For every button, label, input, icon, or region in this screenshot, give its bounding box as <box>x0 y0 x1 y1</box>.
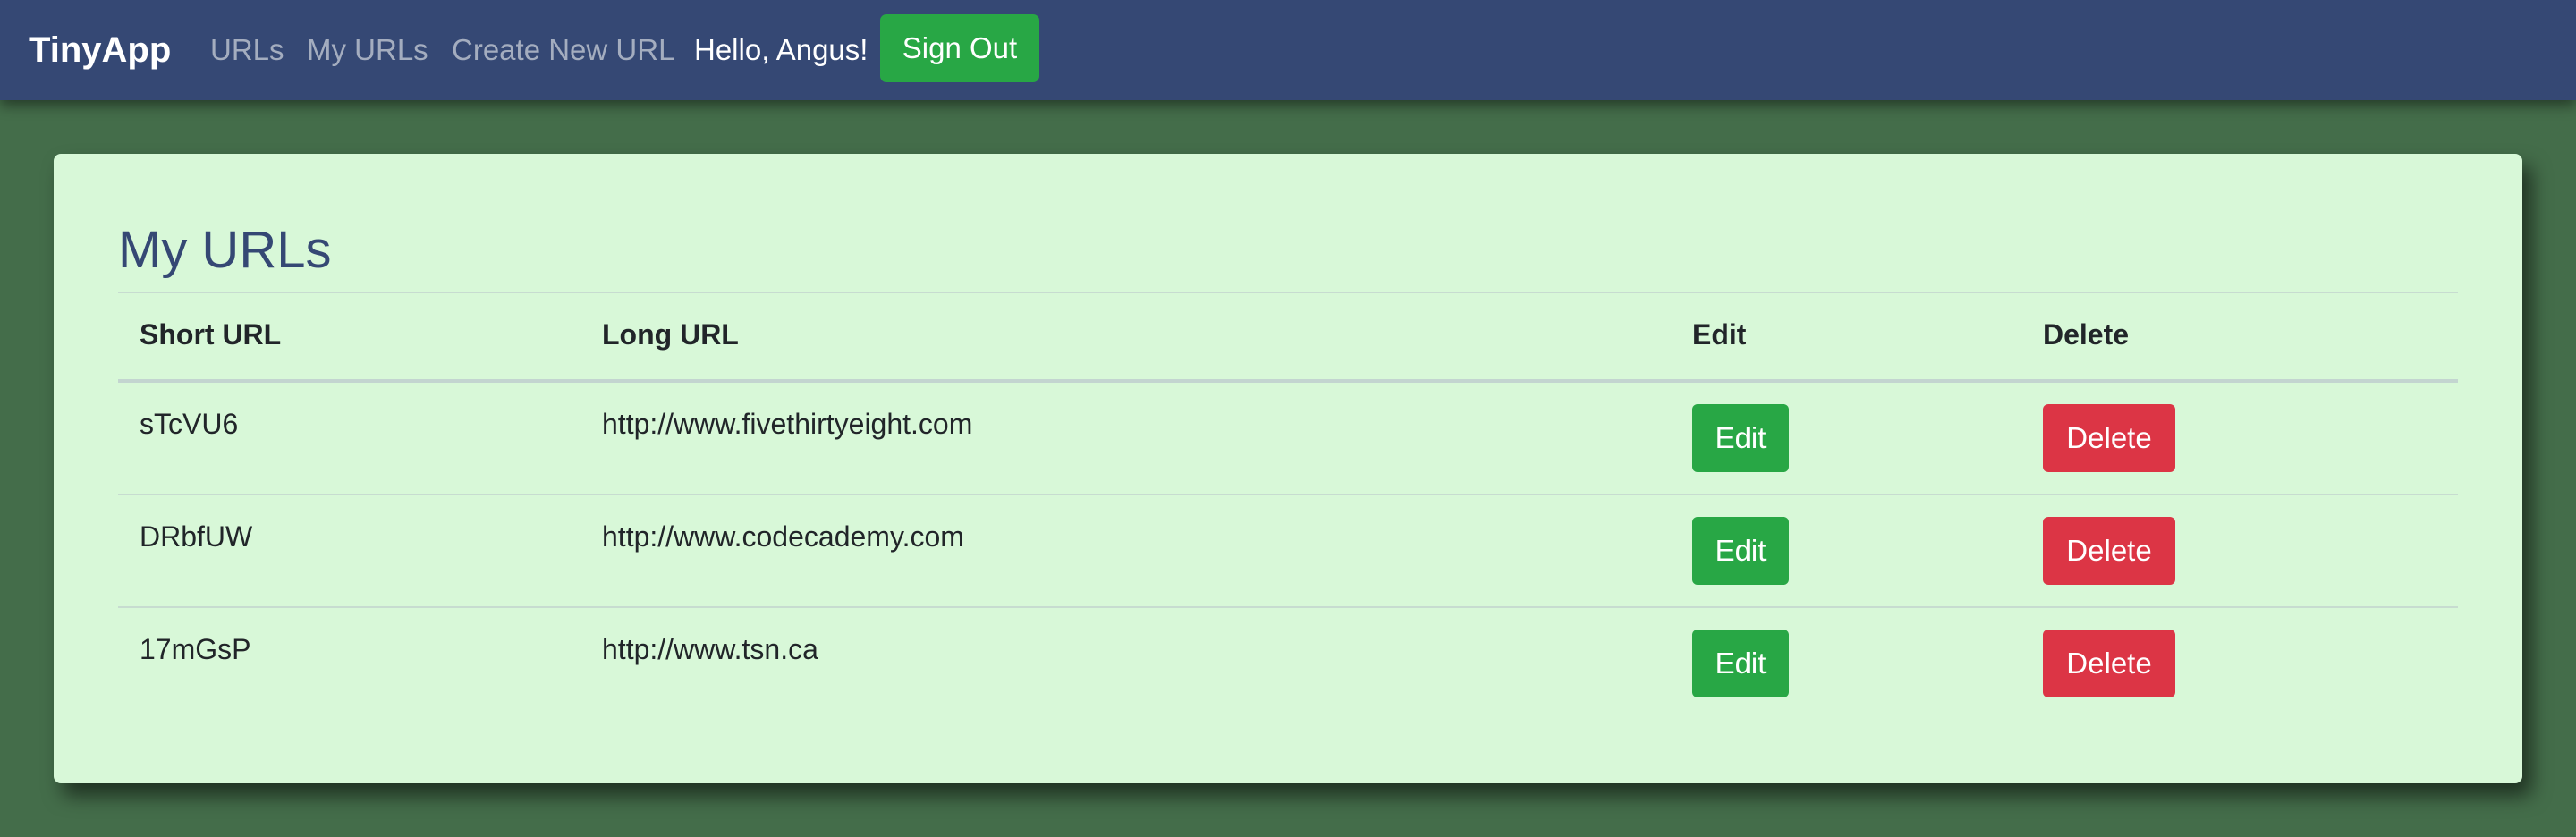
header-delete: Delete <box>2043 318 2130 351</box>
edit-button[interactable]: Edit <box>1692 404 1789 472</box>
long-url-cell: http://www.codecademy.com <box>602 520 964 553</box>
sign-out-button[interactable]: Sign Out <box>880 14 1039 82</box>
short-url-cell[interactable]: sTcVU6 <box>140 404 238 444</box>
header-long-url: Long URL <box>602 318 739 351</box>
delete-button[interactable]: Delete <box>2043 517 2175 585</box>
page-title: My URLs <box>118 221 332 279</box>
edit-button[interactable]: Edit <box>1692 517 1789 585</box>
brand-link[interactable]: TinyApp <box>29 25 171 75</box>
nav-link-create-new-url[interactable]: Create New URL <box>452 27 674 73</box>
delete-button[interactable]: Delete <box>2043 630 2175 698</box>
nav-link-urls[interactable]: URLs <box>210 27 284 73</box>
edit-button[interactable]: Edit <box>1692 630 1789 698</box>
short-url-cell[interactable]: DRbfUW <box>140 517 252 556</box>
urls-card: My URLs Short URL Long URL Edit Delete s… <box>54 154 2522 783</box>
long-url-cell: http://www.tsn.ca <box>602 633 818 665</box>
delete-button[interactable]: Delete <box>2043 404 2175 472</box>
header-short-url: Short URL <box>140 318 282 351</box>
nav-link-my-urls[interactable]: My URLs <box>307 27 428 73</box>
table-header-divider <box>118 379 2458 383</box>
row-divider <box>118 606 2458 608</box>
top-navbar: TinyApp URLs My URLs Create New URL Hell… <box>0 0 2576 100</box>
short-url-cell[interactable]: 17mGsP <box>140 630 250 669</box>
row-divider <box>118 494 2458 495</box>
long-url-cell: http://www.fivethirtyeight.com <box>602 408 973 440</box>
table-top-divider <box>118 292 2458 293</box>
header-edit: Edit <box>1692 318 1747 351</box>
user-greeting: Hello, Angus! <box>694 33 869 66</box>
